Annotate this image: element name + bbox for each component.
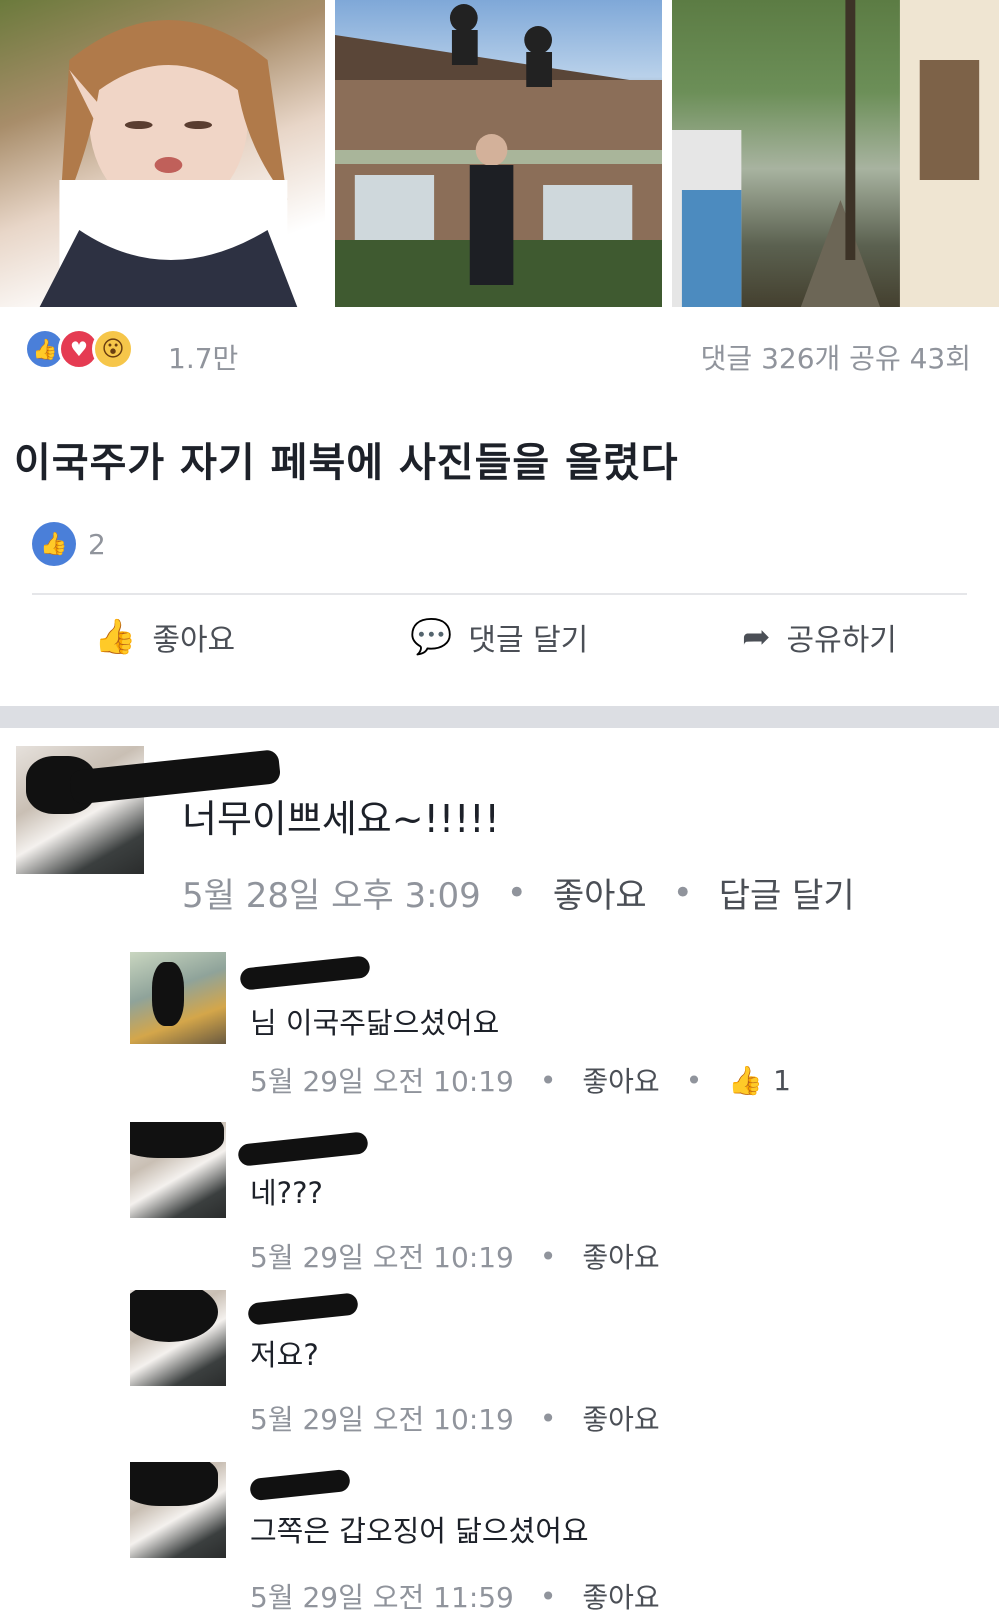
reply-like-count-value: 1 <box>773 1063 791 1097</box>
post-actions: 👍 좋아요 💬 댓글 달기 ➦ 공유하기 <box>0 615 999 685</box>
separator-dot: • <box>539 1401 557 1435</box>
selfie-photo[interactable] <box>0 0 326 307</box>
house-rooftop-photo[interactable] <box>335 0 663 307</box>
share-button[interactable]: ➦ 공유하기 <box>742 615 897 659</box>
comment-timestamp[interactable]: 5월 28일 오후 3:09 <box>182 868 481 917</box>
reply-timestamp[interactable]: 5월 29일 오전 10:19 <box>250 1060 514 1100</box>
thumbs-up-icon: 👍 <box>94 617 137 657</box>
reply-like-link[interactable]: 좋아요 <box>582 1576 659 1616</box>
redacted-name <box>237 1131 369 1167</box>
comments-shares-count[interactable]: 댓글 326개 공유 43회 <box>701 337 971 377</box>
comment-text: 너무이쁘세요~!!!!! <box>182 797 500 841</box>
reply-item: 님 이국주닮으셨어요 5월 29일 오전 10:19 • 좋아요 • 👍 1 <box>0 952 999 1098</box>
photo-strip <box>0 0 999 307</box>
alley-trees-photo[interactable] <box>672 0 999 307</box>
redaction-scribble <box>130 1462 218 1506</box>
thumbs-up-icon: 👍 <box>728 1063 764 1097</box>
reply-text: 저요? <box>250 1338 319 1372</box>
reply-link[interactable]: 답글 달기 <box>719 868 855 917</box>
reply-text: 그쪽은 갑오징어 닮으셨어요 <box>250 1514 589 1548</box>
share-arrow-icon: ➦ <box>742 617 771 657</box>
reply-meta: 5월 29일 오전 10:19 • 좋아요 <box>250 1236 660 1276</box>
reply-timestamp[interactable]: 5월 29일 오전 10:19 <box>250 1398 514 1438</box>
like-button[interactable]: 👍 좋아요 <box>94 615 235 659</box>
share-button-label: 공유하기 <box>786 623 897 658</box>
reaction-count[interactable]: 1.7만 <box>168 337 238 377</box>
comment-button-label: 댓글 달기 <box>468 623 589 658</box>
reply-meta: 5월 29일 오전 10:19 • 좋아요 • 👍 1 <box>250 1060 791 1100</box>
redacted-name <box>239 955 371 991</box>
reply-item: 네??? 5월 29일 오전 10:19 • 좋아요 <box>0 1108 999 1274</box>
reply-item: 저요? 5월 29일 오전 10:19 • 좋아요 <box>0 1280 999 1436</box>
reply-text: 네??? <box>250 1176 323 1210</box>
redaction-scribble <box>130 1122 224 1158</box>
wow-icon: 😮 <box>92 328 134 370</box>
redacted-name <box>247 1292 359 1326</box>
reply-text: 님 이국주닮으셨어요 <box>250 1006 500 1040</box>
facebook-post-page: 👍 ♥ 😮 1.7만 댓글 326개 공유 43회 이국주가 자기 페북에 사진… <box>0 0 999 1623</box>
separator-dot: • <box>539 1239 557 1273</box>
reply-timestamp[interactable]: 5월 29일 오전 11:59 <box>250 1576 514 1616</box>
reply-like-link[interactable]: 좋아요 <box>582 1236 659 1276</box>
comment-meta: 5월 28일 오후 3:09 • 좋아요 • 답글 달기 <box>182 868 855 917</box>
avatar[interactable] <box>130 952 226 1044</box>
divider <box>32 593 967 595</box>
separator-dot: • <box>685 1063 703 1097</box>
speech-bubble-icon: 💬 <box>410 617 453 657</box>
avatar[interactable] <box>130 1122 226 1218</box>
post-like-count: 2 <box>88 527 106 561</box>
reply-meta: 5월 29일 오전 10:19 • 좋아요 <box>250 1398 660 1438</box>
redacted-name <box>249 1468 351 1502</box>
avatar[interactable] <box>130 1462 226 1558</box>
redaction-scribble <box>130 1290 218 1342</box>
reply-meta: 5월 29일 오전 11:59 • 좋아요 <box>250 1576 660 1616</box>
section-separator <box>0 706 999 728</box>
comment-button[interactable]: 💬 댓글 달기 <box>410 615 588 659</box>
reply-like-link[interactable]: 좋아요 <box>582 1060 659 1100</box>
redaction-scribble <box>152 962 184 1026</box>
separator-dot: • <box>506 872 527 913</box>
like-icon: 👍 <box>32 522 76 566</box>
separator-dot: • <box>539 1063 557 1097</box>
like-button-label: 좋아요 <box>152 623 236 658</box>
post-like-summary[interactable]: 👍 2 <box>32 522 106 566</box>
post-text: 이국주가 자기 페북에 사진들을 올렸다 <box>14 440 679 486</box>
reply-item: 그쪽은 갑오징어 닮으셨어요 5월 29일 오전 11:59 • 좋아요 <box>0 1452 999 1623</box>
reactions-bar: 👍 ♥ 😮 1.7만 댓글 326개 공유 43회 <box>0 308 999 388</box>
comment-like-link[interactable]: 좋아요 <box>553 868 647 917</box>
reply-timestamp[interactable]: 5월 29일 오전 10:19 <box>250 1236 514 1276</box>
separator-dot: • <box>539 1579 557 1613</box>
reaction-icons[interactable]: 👍 ♥ 😮 <box>24 328 134 370</box>
reply-like-link[interactable]: 좋아요 <box>582 1398 659 1438</box>
separator-dot: • <box>672 872 693 913</box>
avatar[interactable] <box>130 1290 226 1386</box>
comment-item: 너무이쁘세요~!!!!! 5월 28일 오후 3:09 • 좋아요 • 답글 달… <box>0 728 999 938</box>
reply-like-count[interactable]: 👍 1 <box>728 1064 791 1097</box>
